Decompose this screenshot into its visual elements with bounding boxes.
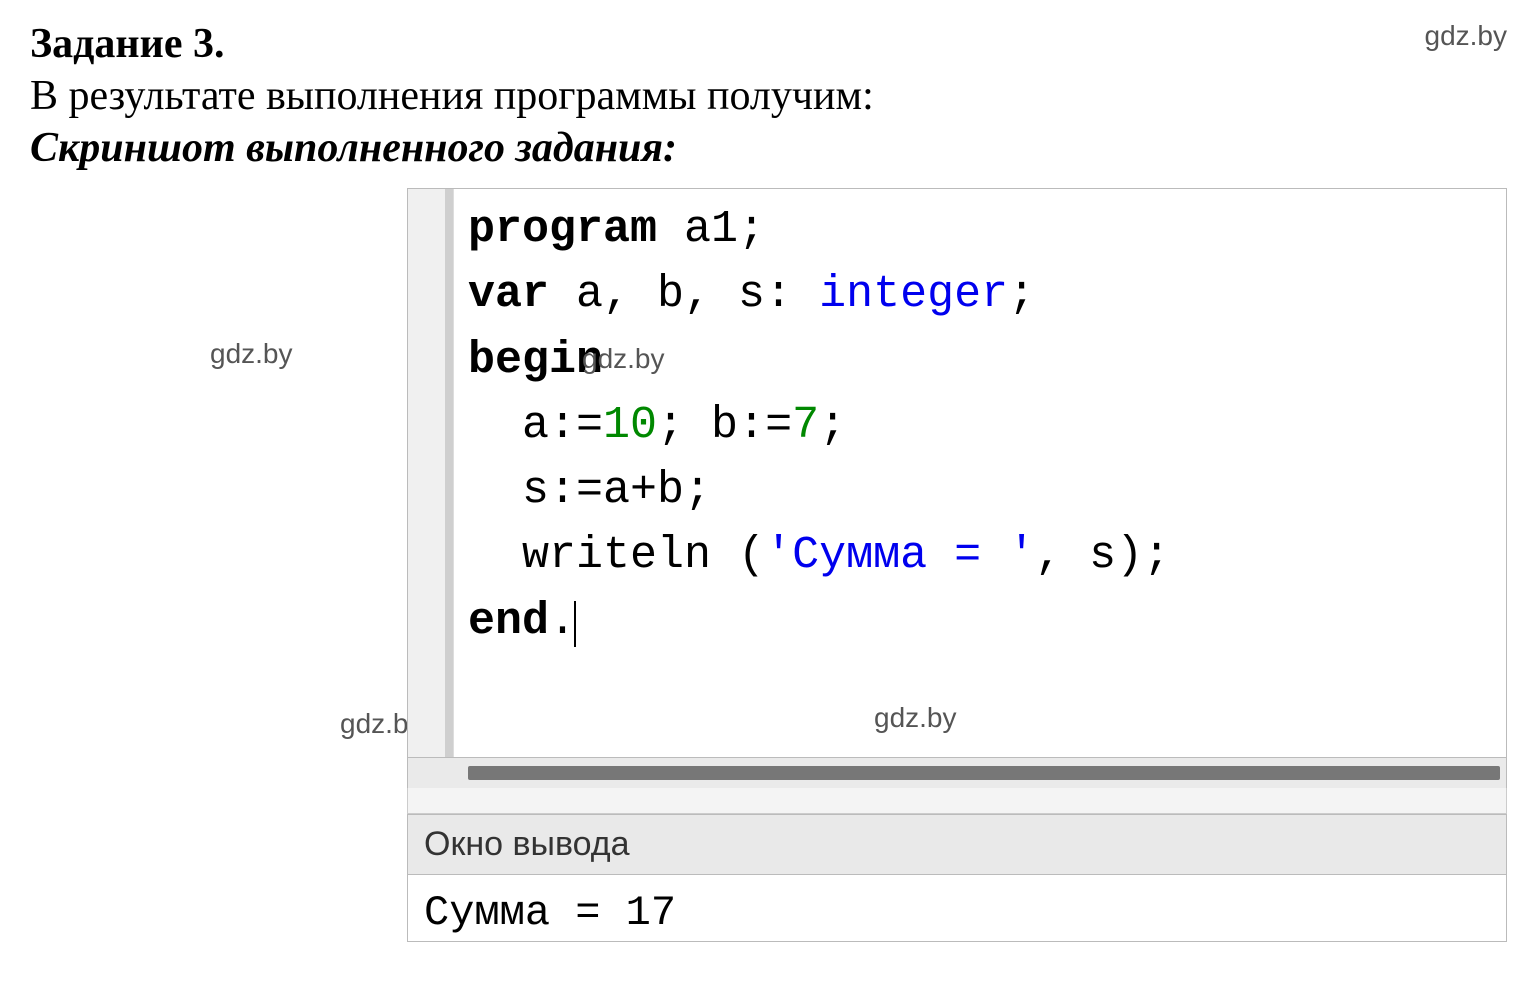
keyword-end: end [468, 596, 549, 647]
ide-window: program a1; var a, b, s: integer; beging… [407, 188, 1507, 942]
intro-text: В результате выполнения программы получи… [30, 72, 1507, 120]
keyword-var: var [468, 269, 549, 320]
type-integer: integer [819, 269, 1008, 320]
keyword-program: program [468, 204, 657, 255]
code-text: s:=a+b; [468, 465, 711, 516]
code-text: , s); [1035, 530, 1170, 581]
text-cursor [574, 601, 576, 647]
output-panel-title: Окно вывода [407, 814, 1507, 875]
number-literal: 10 [603, 400, 657, 451]
horizontal-scrollbar[interactable] [407, 758, 1507, 788]
code-area[interactable]: program a1; var a, b, s: integer; beging… [454, 189, 1506, 757]
output-line: Сумма = 17 [424, 889, 676, 937]
string-literal: 'Сумма = ' [765, 530, 1035, 581]
code-text: ; b:= [657, 400, 792, 451]
watermark-code-1: gdz.by [582, 339, 665, 380]
watermark-left-1: gdz.by [210, 338, 293, 370]
code-text: ; [819, 400, 846, 451]
code-text: . [549, 596, 576, 647]
editor-gutter [408, 189, 454, 757]
output-panel-body: Сумма = 17 [407, 875, 1507, 942]
code-text: a1; [657, 204, 765, 255]
watermark-code-2: gdz.by [874, 698, 957, 739]
code-text: writeln ( [468, 530, 765, 581]
task-title: Задание 3. [30, 20, 224, 68]
code-text: a:= [468, 400, 603, 451]
code-text: ; [1008, 269, 1035, 320]
panel-divider [407, 788, 1507, 814]
code-text: a, b, s: [549, 269, 819, 320]
screenshot-label: Скриншот выполненного задания: [30, 124, 1507, 172]
scrollbar-thumb[interactable] [468, 766, 1500, 780]
code-editor[interactable]: program a1; var a, b, s: integer; beging… [407, 188, 1507, 758]
watermark-top: gdz.by [1425, 20, 1508, 52]
number-literal: 7 [792, 400, 819, 451]
